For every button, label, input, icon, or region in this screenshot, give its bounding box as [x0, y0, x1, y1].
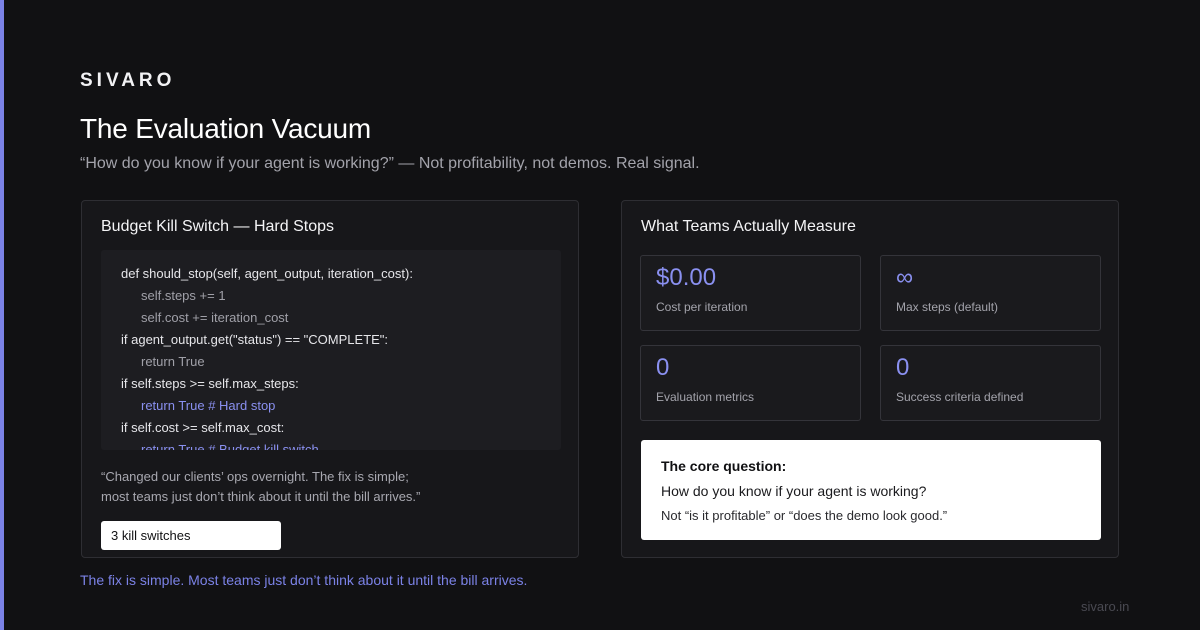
footer-note: The fix is simple. Most teams just don’t… — [80, 572, 528, 588]
kill-switch-card: Budget Kill Switch — Hard Stops def shou… — [81, 200, 579, 558]
metric-label: Evaluation metrics — [656, 390, 755, 404]
quote-line: “Changed our clients’ ops overnight. The… — [101, 469, 409, 484]
code-line: return True # Hard stop — [141, 398, 276, 413]
code-line: self.steps += 1 — [141, 288, 226, 303]
core-question-heading: The core question: — [661, 458, 787, 474]
metric-max-steps: ∞ Max steps (default) — [880, 255, 1101, 331]
code-line: if self.cost >= self.max_cost: — [121, 420, 285, 435]
site-url: sivaro.in — [1081, 599, 1130, 614]
code-block: def should_stop(self, agent_output, iter… — [101, 250, 561, 450]
metric-value: ∞ — [896, 264, 914, 291]
brand-logo: SIVARO — [80, 70, 176, 91]
page-title: The Evaluation Vacuum — [80, 113, 372, 144]
accent-bar — [0, 0, 4, 630]
measure-card: What Teams Actually Measure $0.00 Cost p… — [621, 200, 1119, 558]
metric-cost-per-iteration: $0.00 Cost per iteration — [640, 255, 861, 331]
core-question-text: How do you know if your agent is working… — [661, 483, 927, 499]
code-line: return True — [141, 354, 205, 369]
metric-value: 0 — [896, 354, 910, 381]
code-line: return True # Budget kill switch — [141, 442, 319, 450]
kill-switch-card-title: Budget Kill Switch — Hard Stops — [101, 218, 334, 235]
metric-label: Cost per iteration — [656, 300, 748, 314]
metric-value: 0 — [656, 354, 670, 381]
metric-value: $0.00 — [656, 264, 717, 291]
metric-success-criteria: 0 Success criteria defined — [880, 345, 1101, 421]
core-question-note: Not “is it profitable” or “does the demo… — [661, 508, 948, 523]
core-question-box: The core question: How do you know if yo… — [641, 440, 1101, 540]
measure-card-title: What Teams Actually Measure — [641, 218, 856, 235]
code-line: if self.steps >= self.max_steps: — [121, 376, 299, 391]
page-subtitle: “How do you know if your agent is workin… — [80, 155, 700, 172]
code-line: self.cost += iteration_cost — [141, 310, 289, 325]
code-line: def should_stop(self, agent_output, iter… — [121, 266, 413, 281]
code-line: if agent_output.get("status") == "COMPLE… — [121, 332, 389, 347]
metric-evaluation-metrics: 0 Evaluation metrics — [640, 345, 861, 421]
metric-label: Success criteria defined — [896, 390, 1024, 404]
quote-line: most teams just don’t think about it unt… — [101, 489, 421, 504]
testimonial-quote: “Changed our clients’ ops overnight. The… — [101, 467, 420, 507]
kill-switch-badge: 3 kill switches — [101, 521, 281, 550]
slide: SIVARO The Evaluation Vacuum “How do you… — [0, 0, 1200, 630]
metric-label: Max steps (default) — [896, 300, 999, 314]
